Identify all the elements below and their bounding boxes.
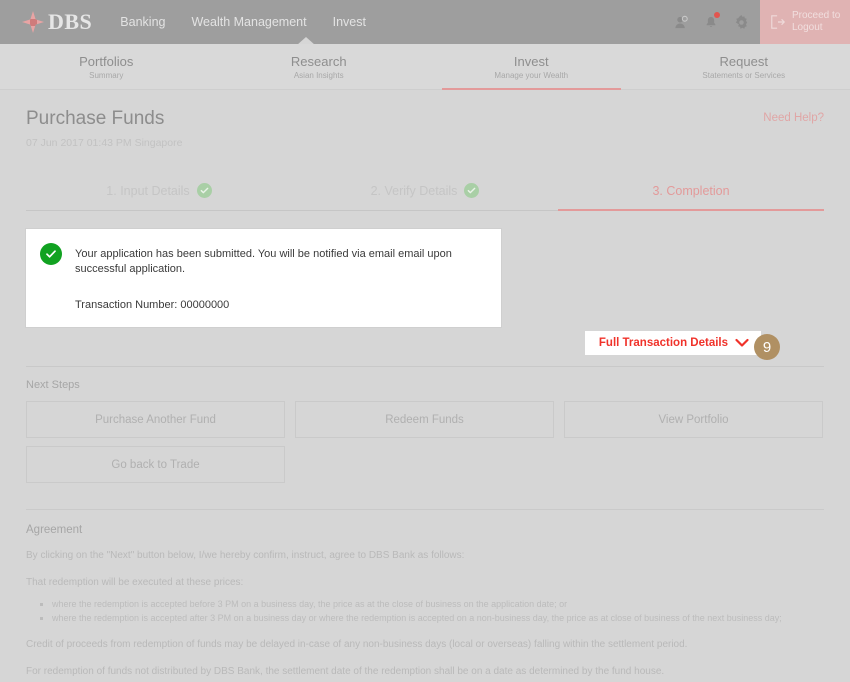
subnav-subtitle: Asian Insights [293,70,344,80]
notification-dot [714,12,720,18]
top-header-bar: DBS Banking Wealth Management Invest Pro… [0,0,850,45]
next-steps-buttons: Purchase Another Fund Redeem Funds View … [26,401,824,438]
subnav-subtitle: Summary [89,70,124,80]
subnav-subtitle: Manage your Wealth [494,70,569,80]
step-label: 1. Input Details [106,183,190,198]
subnav-item-portfolios[interactable]: Portfolios Summary [0,44,213,89]
step-label: 3. Completion [652,183,730,198]
success-message: Your application has been submitted. You… [75,248,452,275]
agreement-bullet: where the redemption is accepted after 3… [52,611,824,625]
step-complete-check-icon [464,183,480,198]
step-indicator: 1. Input Details 2. Verify Details 3. Co… [26,175,824,211]
step-completion[interactable]: 3. Completion [558,175,824,211]
purchase-another-fund-button[interactable]: Purchase Another Fund [26,401,285,438]
success-message-row: Your application has been submitted. You… [40,243,485,277]
agreement-bullet-list: where the redemption is accepted before … [52,597,824,625]
view-portfolio-button[interactable]: View Portfolio [564,401,823,438]
secondary-nav: Portfolios Summary Research Asian Insigh… [0,44,850,90]
agreement-paragraph: Credit of proceeds from redemption of fu… [26,639,688,650]
subnav-title: Request [719,53,768,69]
page-timestamp: 07 Jun 2017 01:43 PM Singapore [26,137,183,149]
annotation-marker-9: 9 [754,334,780,360]
primary-nav: Banking Wealth Management Invest [120,15,366,29]
nav-item-banking[interactable]: Banking [120,15,165,29]
step-complete-check-icon [196,183,212,198]
proceed-to-logout-button[interactable]: Proceed to Logout [760,0,850,44]
subnav-item-research[interactable]: Research Asian Insights [213,44,426,89]
logout-label-line2: Logout [792,22,823,33]
next-steps-buttons-row2: Go back to Trade [26,446,824,483]
step-label: 2. Verify Details [370,183,458,198]
logout-label-line1: Proceed to [792,10,841,21]
subnav-item-request[interactable]: Request Statements or Services [638,44,850,89]
subnav-title: Research [290,53,347,69]
subnav-title: Invest [513,53,549,69]
subnav-title: Portfolios [79,53,134,69]
subnav-subtitle: Statements or Services [702,70,786,80]
notification-bell-icon[interactable] [696,0,726,44]
need-help-link[interactable]: Need Help? [763,112,824,124]
page-title: Purchase Funds [26,108,165,129]
page-content: Purchase Funds 07 Jun 2017 01:43 PM Sing… [0,90,850,682]
agreement-bullet: where the redemption is accepted before … [52,597,824,611]
next-steps-label: Next Steps [26,379,80,391]
logout-arrow-icon [771,15,786,29]
logout-label: Proceed to Logout [792,10,840,34]
transaction-number: Transaction Number: 00000000 [75,299,230,311]
dbs-logo[interactable]: DBS [22,9,92,35]
agreement-intro: By clicking on the "Next" button below, … [26,550,465,561]
redeem-funds-button[interactable]: Redeem Funds [295,401,554,438]
subnav-item-invest[interactable]: Invest Manage your Wealth [425,44,638,90]
gear-settings-icon[interactable] [726,0,756,44]
full-transaction-details-link[interactable]: Full Transaction Details [599,337,728,349]
agreement-paragraph: For redemption of funds not distributed … [26,666,665,677]
page-header: Purchase Funds 07 Jun 2017 01:43 PM Sing… [26,90,824,149]
user-profile-icon[interactable] [666,0,696,44]
dbs-star-logo-icon [22,11,44,33]
brand-name: DBS [48,9,93,34]
step-verify-details[interactable]: 2. Verify Details [292,175,558,210]
submission-success-card: Your application has been submitted. You… [26,229,501,327]
nav-item-invest[interactable]: Invest [333,15,366,29]
success-check-icon [40,243,62,265]
go-back-to-trade-button[interactable]: Go back to Trade [26,446,285,483]
nav-item-wealth-management[interactable]: Wealth Management [191,15,306,29]
header-actions: Proceed to Logout [666,0,850,44]
step-input-details[interactable]: 1. Input Details [26,175,292,210]
agreement-title: Agreement [26,524,83,536]
full-transaction-details-row: Full Transaction Details 9 [26,331,824,367]
full-transaction-details-highlight: Full Transaction Details [584,331,761,355]
chevron-down-icon[interactable] [735,338,749,348]
agreement-prices-lead: That redemption will be executed at thes… [26,577,244,588]
agreement-section: Agreement By clicking on the "Next" butt… [26,509,824,682]
